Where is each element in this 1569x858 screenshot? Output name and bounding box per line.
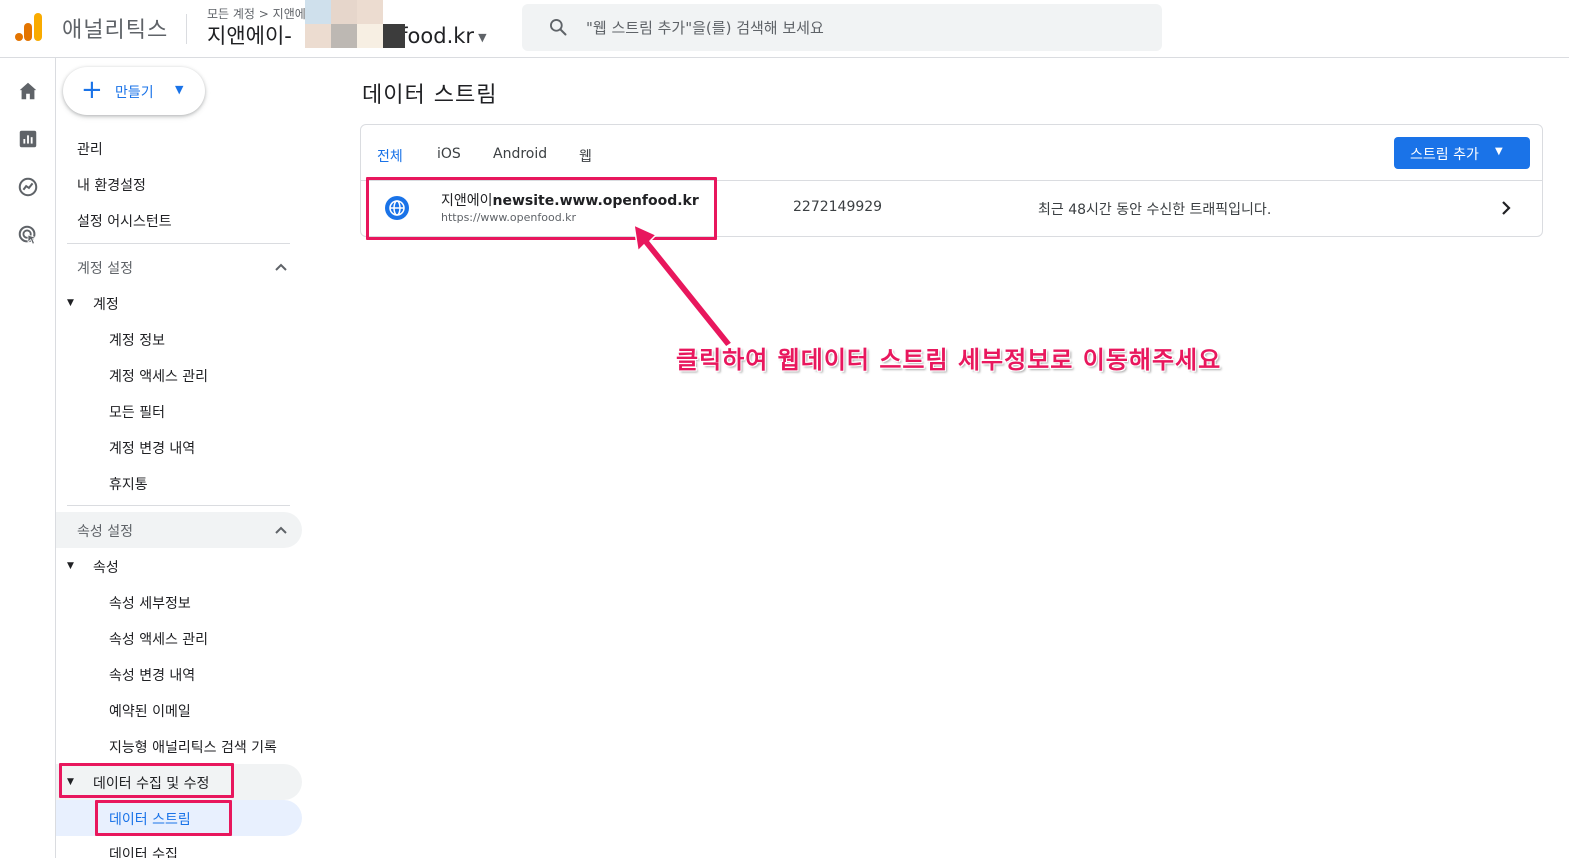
left-rail bbox=[0, 58, 56, 858]
search-bar[interactable]: "웹 스트림 추가"을(를) 검색해 보세요 bbox=[522, 4, 1162, 51]
annotation-highlight-box bbox=[95, 800, 232, 836]
sidebar-item-preferences[interactable]: 내 환경설정 bbox=[77, 175, 146, 195]
chevron-down-icon: ▼ bbox=[478, 30, 487, 44]
sidebar-item-property-details[interactable]: 속성 세부정보 bbox=[109, 593, 191, 613]
chevron-down-icon: ▼ bbox=[175, 83, 184, 96]
sidebar-item-trash[interactable]: 휴지통 bbox=[109, 474, 148, 494]
sidebar-divider bbox=[67, 505, 290, 506]
chevron-down-icon: ▼ bbox=[1495, 146, 1503, 157]
account-name-prefix: 지앤에이- bbox=[207, 24, 292, 48]
sidebar-item-setup-assistant[interactable]: 설정 어시스턴트 bbox=[77, 211, 172, 231]
stream-status: 최근 48시간 동안 수신한 트래픽입니다. bbox=[1038, 202, 1272, 218]
tab-all[interactable]: 전체 bbox=[377, 146, 403, 166]
sidebar-item-property-access[interactable]: 속성 액세스 관리 bbox=[109, 629, 208, 649]
property-settings-heading[interactable]: 속성 설정 bbox=[77, 521, 133, 541]
advertising-icon[interactable] bbox=[17, 224, 39, 246]
sidebar-group-property[interactable]: 속성 bbox=[93, 557, 119, 577]
chevron-right-icon[interactable] bbox=[1500, 200, 1512, 216]
add-stream-label: 스트림 추가 bbox=[1410, 147, 1479, 163]
reports-icon[interactable] bbox=[17, 128, 39, 150]
search-icon bbox=[550, 19, 567, 36]
sidebar-item-property-change-history[interactable]: 속성 변경 내역 bbox=[109, 665, 195, 685]
plus-icon: + bbox=[81, 75, 103, 105]
redacted-area bbox=[305, 24, 405, 48]
sidebar-item-admin[interactable]: 관리 bbox=[77, 139, 103, 159]
annotation-arrow bbox=[633, 223, 734, 349]
sidebar-group-account[interactable]: 계정 bbox=[93, 294, 119, 314]
annotation-text: 클릭하여 웹데이터 스트림 세부정보로 이동해주세요 bbox=[676, 346, 1222, 374]
home-icon[interactable] bbox=[17, 80, 39, 102]
caret-down-icon[interactable]: ▼ bbox=[67, 561, 74, 571]
create-button-label: 만들기 bbox=[115, 85, 154, 101]
sidebar-item-all-filters[interactable]: 모든 필터 bbox=[109, 402, 165, 422]
search-placeholder: "웹 스트림 추가"을(를) 검색해 보세요 bbox=[586, 19, 824, 37]
page-title: 데이터 스트림 bbox=[362, 83, 498, 108]
top-bar: 애널리틱스 모든 계정 > 지앤에 지앤에이-nfood.kr ▼ "웹 스트림 … bbox=[0, 0, 1569, 58]
annotation-highlight-box bbox=[59, 763, 234, 798]
sidebar-item-data-collection[interactable]: 데이터 수집 bbox=[109, 844, 178, 858]
app-name: 애널리틱스 bbox=[62, 18, 169, 43]
add-stream-button[interactable]: 스트림 추가 ▼ bbox=[1394, 137, 1530, 169]
sidebar-item-search-history[interactable]: 지능형 애널리틱스 검색 기록 bbox=[109, 737, 277, 757]
create-button[interactable]: + 만들기 ▼ bbox=[63, 67, 205, 115]
analytics-logo-icon[interactable] bbox=[14, 12, 44, 42]
chevron-up-icon[interactable] bbox=[274, 525, 288, 535]
sidebar-item-account-details[interactable]: 계정 정보 bbox=[109, 330, 165, 350]
caret-down-icon[interactable]: ▼ bbox=[67, 298, 74, 308]
sidebar-item-scheduled-emails[interactable]: 예약된 이메일 bbox=[109, 701, 191, 721]
tab-ios[interactable]: iOS bbox=[437, 146, 461, 162]
sidebar-divider bbox=[67, 243, 290, 244]
tab-web[interactable]: 웹 bbox=[579, 146, 592, 166]
sidebar-item-account-access[interactable]: 계정 액세스 관리 bbox=[109, 366, 208, 386]
account-settings-heading[interactable]: 계정 설정 bbox=[77, 258, 133, 278]
header-divider bbox=[186, 14, 187, 44]
sidebar-item-account-change-history[interactable]: 계정 변경 내역 bbox=[109, 438, 195, 458]
tab-android[interactable]: Android bbox=[493, 146, 547, 162]
explore-icon[interactable] bbox=[17, 176, 39, 198]
stream-id: 2272149929 bbox=[793, 199, 883, 215]
chevron-up-icon[interactable] bbox=[274, 262, 288, 272]
redacted-area bbox=[305, 0, 383, 24]
